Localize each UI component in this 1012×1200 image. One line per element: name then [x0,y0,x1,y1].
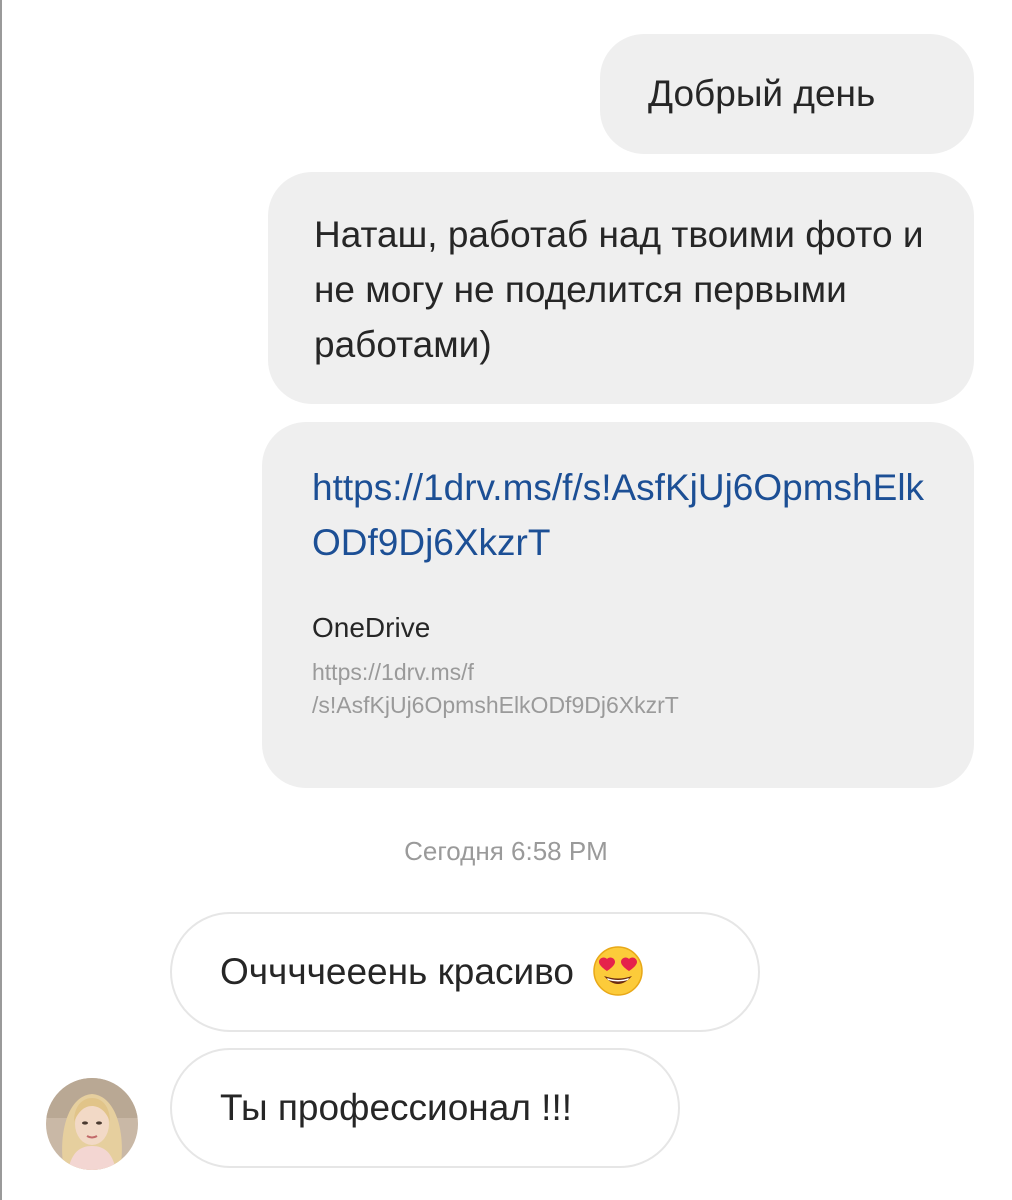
message-timestamp: Сегодня 6:58 PM [404,836,608,866]
link-preview-title: OneDrive [312,612,431,643]
avatar-icon [46,1078,138,1170]
message-bubble-reply-1[interactable]: Оччччееень красиво [170,912,760,1032]
message-text-reply-1: Оччччееень красиво [220,951,574,992]
message-bubble-link[interactable]: https://1drv.ms/f/s!AsfKjUj6OpmshElkODf9… [262,422,974,788]
heart-eyes-emoji-icon [593,946,643,996]
screen-edge-divider [0,0,2,1200]
link-preview-url: https://1drv.ms/f /s!AsfKjUj6OpmshElkODf… [312,659,679,718]
message-text-long: Наташ, работаб над твоими фото и не могу… [314,214,924,365]
message-link[interactable]: https://1drv.ms/f/s!AsfKjUj6OpmshElkODf9… [312,460,944,570]
message-text-reply-2: Ты профессионал !!! [220,1087,573,1128]
message-bubble-long-text[interactable]: Наташ, работаб над твоими фото и не могу… [268,172,974,404]
message-bubble-greeting[interactable]: Добрый день [600,34,974,154]
avatar[interactable] [46,1078,138,1170]
message-text-greeting: Добрый день [648,73,876,114]
message-bubble-reply-2[interactable]: Ты профессионал !!! [170,1048,680,1168]
